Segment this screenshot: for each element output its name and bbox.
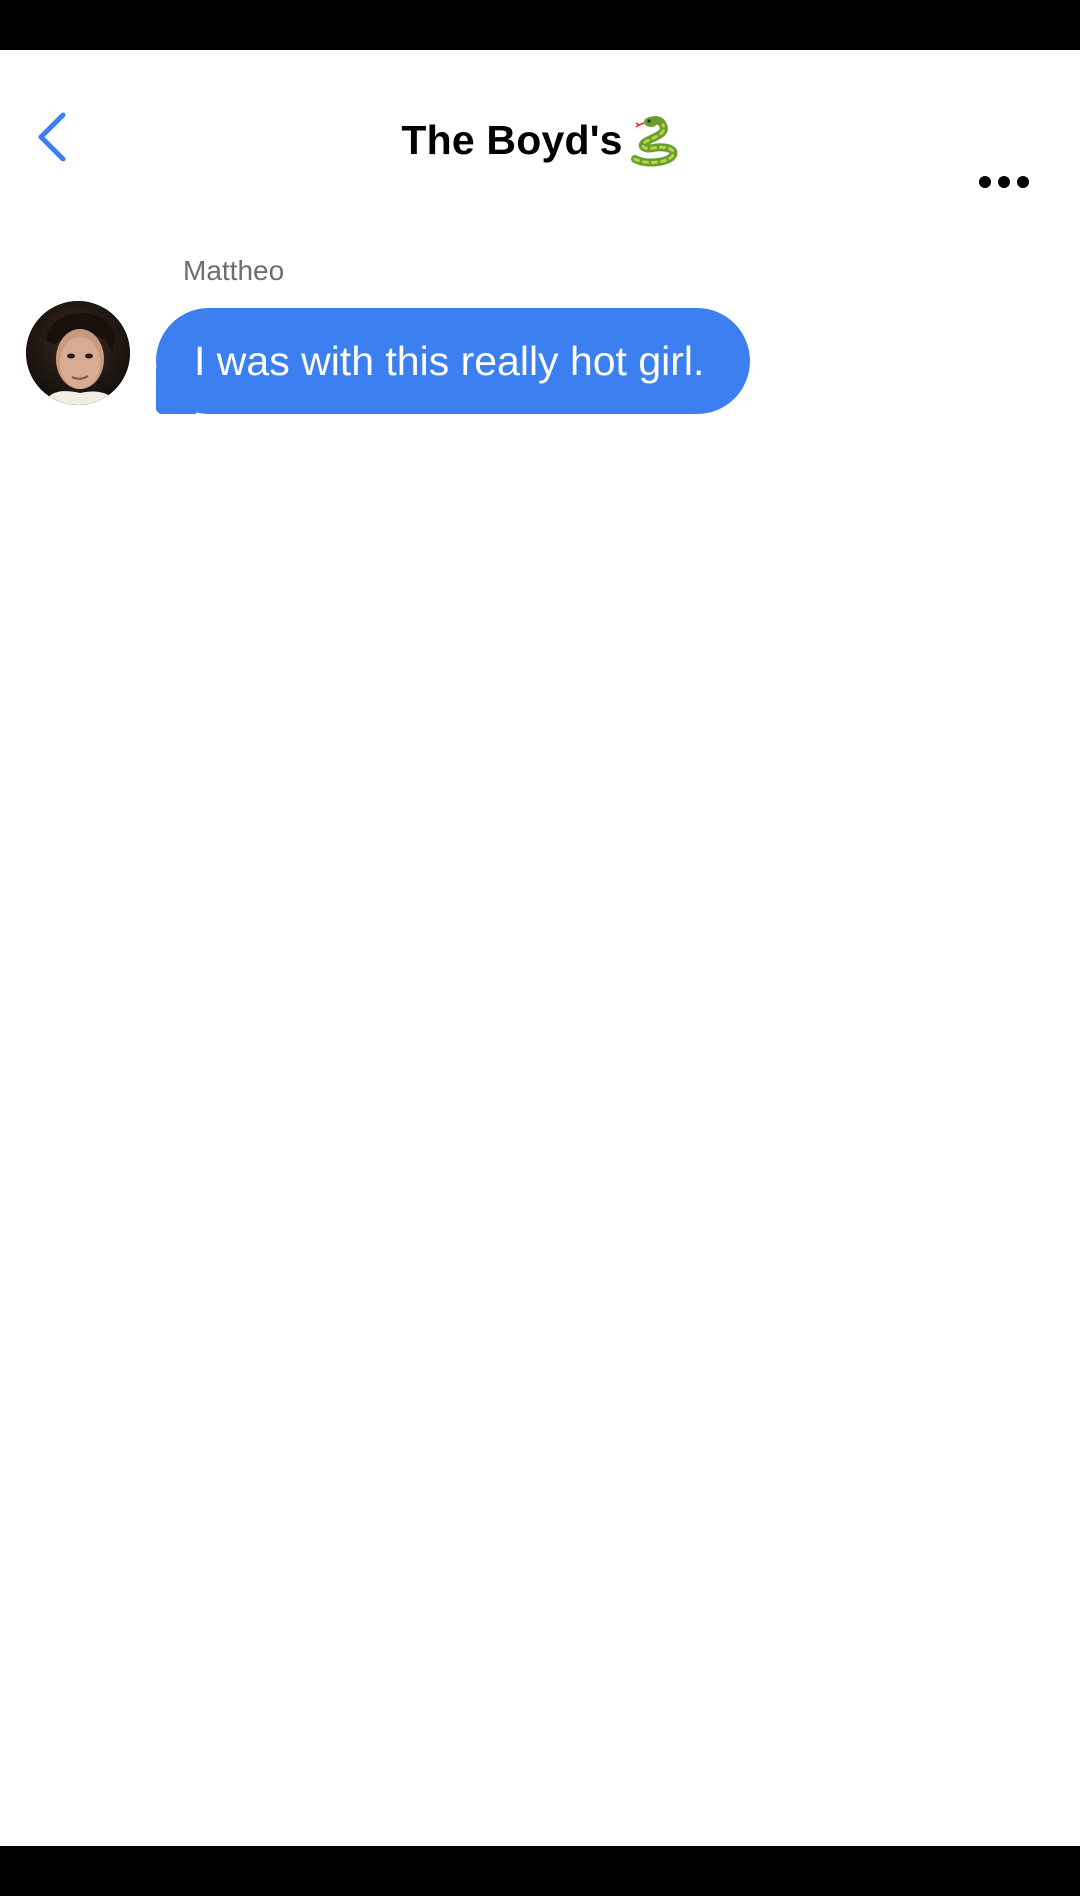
avatar[interactable] [26,301,130,405]
chat-view: The Boyd's Mattheo I was with this reall… [0,50,1080,1846]
message-bubble[interactable]: I was with this really hot girl. [156,308,751,414]
status-bar [0,0,1080,50]
navigation-bar [0,1846,1080,1896]
phone-screen: The Boyd's Mattheo I was with this reall… [0,0,1080,1896]
message-text: I was with this really hot girl. [194,337,705,384]
sender-name: Mattheo [183,255,285,286]
more-options-button[interactable] [972,150,1036,214]
ellipsis-horizontal-icon [979,176,1029,188]
snake-emoji-icon [630,116,678,167]
chat-title: The Boyd's [401,116,623,163]
chat-header: The Boyd's [0,50,1080,220]
chat-title-container: The Boyd's [0,110,1080,170]
avatar-photo [26,301,130,405]
